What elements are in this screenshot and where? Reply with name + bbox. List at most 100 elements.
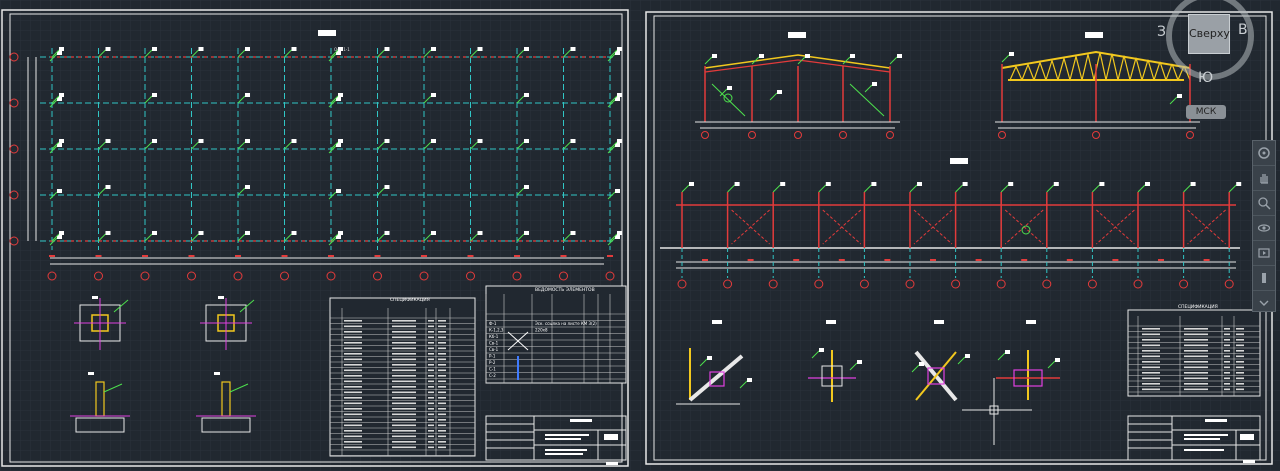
- vedomost-mark: Р-1: [489, 354, 496, 359]
- mark-label: [524, 93, 529, 97]
- table-cell-text: [1224, 388, 1230, 391]
- table-cell-text: [438, 391, 446, 394]
- dimension-tick: [235, 255, 241, 257]
- orbit-icon[interactable]: [1253, 216, 1275, 241]
- vedomost-mark: Ф-1: [489, 321, 497, 326]
- table-cell-text: [1142, 333, 1160, 336]
- spec-table-left: СПЕЦИФИКАЦИЯ: [329, 297, 476, 457]
- table-cell-text: [1224, 355, 1230, 358]
- table-cell-text: [438, 320, 446, 322]
- compass-west-label[interactable]: З: [1157, 24, 1166, 40]
- table-cell-text: [1184, 372, 1208, 374]
- table-cell-text: [438, 424, 446, 427]
- steering-wheel-icon[interactable]: [1253, 141, 1275, 166]
- dimension-tick: [1203, 259, 1210, 261]
- compass-south-label[interactable]: Ю: [1198, 70, 1213, 86]
- table-cell-text: [1224, 339, 1230, 341]
- table-cell-text: [428, 342, 434, 344]
- table-cell-text: [344, 413, 362, 416]
- drawing-canvas[interactable]: Оси 1-1 СПЕЦИФИКАЦИЯ ВЕДОМОСТЬ ЭЛЕМЕНТОВ…: [0, 0, 1280, 471]
- table-cell-text: [392, 391, 416, 394]
- viewcube[interactable]: Сверху З В Ю: [1157, 0, 1260, 86]
- dimension-tick: [975, 259, 982, 261]
- mark-label: [59, 93, 64, 97]
- vedomost-value: Эск. ссылка на листе КМ 3(2): [535, 321, 597, 326]
- mark-label: [897, 54, 902, 58]
- detail-title: [214, 372, 220, 375]
- dimension-tick: [467, 255, 474, 257]
- spec-title-left: СПЕЦИФИКАЦИЯ: [390, 297, 430, 303]
- ucs-menu-button[interactable]: МСК: [1186, 105, 1226, 119]
- table-cell-text: [344, 342, 362, 344]
- table-cell-text: [438, 353, 446, 355]
- mark-label: [59, 139, 64, 143]
- table-cell-text: [1224, 350, 1230, 352]
- table-cell-text: [392, 441, 416, 443]
- table-cell-text: [428, 358, 434, 361]
- mark-label: [152, 231, 157, 235]
- table-cell-text: [1142, 366, 1160, 369]
- navbar-options-icon[interactable]: [1253, 291, 1275, 315]
- vedomost-mark: К-1,2,3: [489, 328, 504, 333]
- showmotion-icon[interactable]: [1253, 241, 1275, 266]
- table-cell-text: [392, 325, 416, 328]
- navigation-bar[interactable]: [1252, 140, 1276, 312]
- mark-label: [291, 139, 297, 143]
- detail-title: [826, 320, 836, 324]
- table-cell-text: [438, 419, 446, 421]
- vertical-scrollbar-icon[interactable]: [1253, 266, 1275, 291]
- table-cell-text: [344, 402, 362, 405]
- table-cell-text: [1142, 344, 1160, 347]
- table-cell-text: [428, 402, 434, 405]
- dimension-tick: [838, 259, 845, 261]
- plan-title-block: [318, 30, 336, 36]
- mark-label: [570, 139, 576, 143]
- mark-label: [59, 47, 64, 51]
- table-cell-text: [344, 419, 362, 421]
- mark-label: [570, 231, 576, 235]
- table-cell-text: [438, 386, 446, 388]
- table-cell-text: [428, 386, 434, 388]
- table-cell-text: [438, 325, 446, 328]
- mark-label: [871, 182, 877, 186]
- mark-label: [850, 54, 855, 58]
- mark-label: [59, 231, 64, 235]
- table-cell-text: [344, 391, 362, 394]
- mark-label: [105, 47, 111, 51]
- compass-east-label[interactable]: В: [1238, 22, 1248, 38]
- mark-label: [712, 54, 717, 58]
- table-cell-text: [1184, 350, 1208, 352]
- table-cell-text: [428, 320, 434, 322]
- table-cell-text: [438, 347, 446, 350]
- table-cell-text: [1236, 366, 1244, 369]
- mark-label: [291, 231, 297, 235]
- table-cell-text: [438, 380, 446, 383]
- table-cell-text: [428, 430, 434, 432]
- table-cell-text: [1236, 355, 1244, 358]
- viewcube-top-face[interactable]: Сверху: [1188, 14, 1230, 54]
- mark-label: [1177, 94, 1182, 98]
- table-cell-text: [1142, 377, 1160, 380]
- mark-label: [338, 93, 343, 97]
- mark-label: [384, 185, 390, 189]
- table-cell-text: [438, 369, 446, 372]
- table-cell-text: [438, 342, 446, 344]
- table-cell-text: [344, 380, 362, 383]
- pan-hand-icon[interactable]: [1253, 166, 1275, 191]
- table-cell-text: [428, 446, 434, 449]
- table-cell-text: [344, 331, 362, 333]
- table-cell-text: [428, 380, 434, 383]
- mark-label: [245, 93, 250, 97]
- table-cell-text: [344, 397, 362, 399]
- mark-label: [384, 47, 390, 51]
- table-cell-text: [428, 435, 434, 438]
- mark-label: [198, 231, 204, 235]
- mark-label: [707, 356, 712, 360]
- zoom-extents-icon[interactable]: [1253, 191, 1275, 216]
- table-cell-text: [438, 446, 446, 449]
- table-cell-text: [344, 353, 362, 355]
- mark-label: [689, 182, 694, 186]
- table-cell-text: [1236, 361, 1244, 363]
- vedomost-title: ВЕДОМОСТЬ ЭЛЕМЕНТОВ: [535, 287, 595, 293]
- table-cell-text: [392, 353, 416, 355]
